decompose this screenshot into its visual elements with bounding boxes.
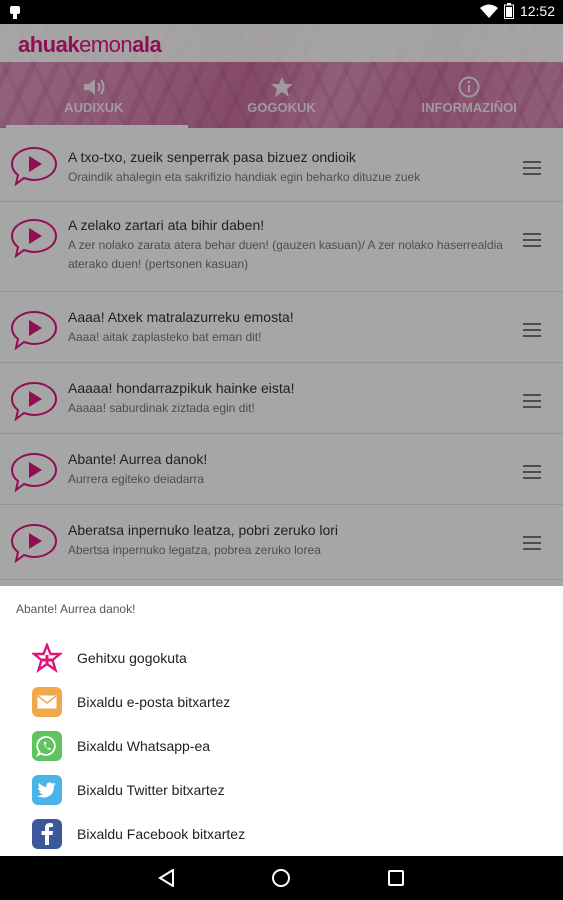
whatsapp-icon: [32, 731, 62, 761]
twitter-icon: [32, 775, 62, 805]
share-facebook-label: Bixaldu Facebook bitxartez: [77, 826, 246, 842]
add-favorite-star-icon: [32, 643, 62, 673]
share-bottom-sheet: Abante! Aurrea danok! Gehitxu gogokuta B…: [0, 586, 563, 856]
modal-scrim[interactable]: [0, 24, 563, 586]
share-whatsapp-label: Bixaldu Whatsapp-ea: [77, 738, 211, 754]
recents-button[interactable]: [384, 866, 408, 890]
back-triangle-icon: [158, 869, 175, 887]
wifi-icon: [479, 4, 498, 18]
add-favorite-label: Gehitxu gogokuta: [77, 650, 187, 666]
home-button[interactable]: [269, 866, 293, 890]
battery-icon: [503, 3, 514, 19]
home-circle-icon: [272, 869, 291, 887]
status-bar: 12:52: [0, 0, 563, 24]
add-favorite-action[interactable]: Gehitxu gogokuta: [0, 636, 563, 680]
share-facebook-action[interactable]: Bixaldu Facebook bitxartez: [0, 812, 563, 856]
sheet-title: Abante! Aurrea danok!: [16, 602, 136, 616]
status-time: 12:52: [519, 3, 555, 19]
share-twitter-label: Bixaldu Twitter bitxartez: [77, 782, 225, 798]
back-button[interactable]: [155, 866, 179, 890]
share-twitter-action[interactable]: Bixaldu Twitter bitxartez: [0, 768, 563, 812]
share-email-label: Bixaldu e-posta bitxartez: [77, 694, 231, 710]
facebook-icon: [32, 819, 62, 849]
recents-square-icon: [387, 870, 404, 886]
app-window: ahuakemonala AUDIXUK GOGOKUK INFORMAZIÑO…: [0, 24, 563, 856]
email-icon: [32, 687, 62, 717]
android-debug-icon: [10, 6, 20, 19]
system-navigation-bar: [0, 856, 563, 900]
share-whatsapp-action[interactable]: Bixaldu Whatsapp-ea: [0, 724, 563, 768]
share-email-action[interactable]: Bixaldu e-posta bitxartez: [0, 680, 563, 724]
